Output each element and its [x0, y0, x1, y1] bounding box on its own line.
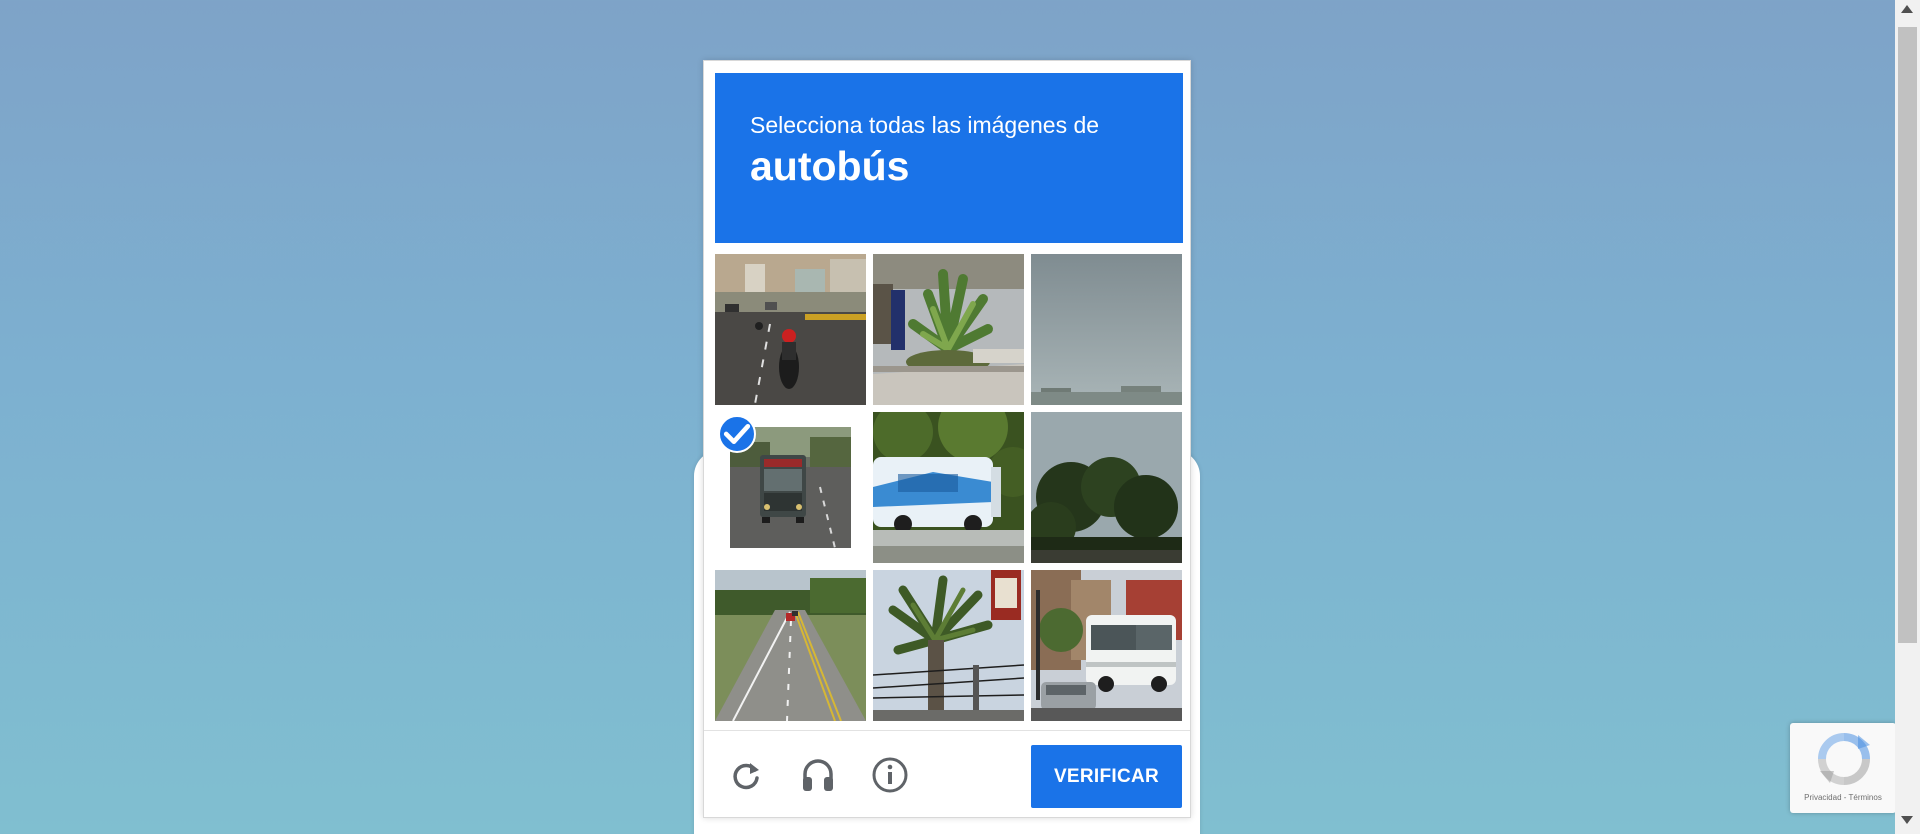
image-tile[interactable]	[1031, 254, 1182, 405]
info-icon[interactable]	[870, 755, 910, 795]
image-tile-selected[interactable]	[715, 412, 866, 563]
tile-image-trees	[1031, 412, 1182, 563]
privacy-terms-links[interactable]: Privacidad - Términos	[1790, 793, 1896, 802]
recaptcha-badge[interactable]: Privacidad - Términos	[1790, 723, 1896, 813]
tile-image-palm-planter	[873, 254, 1024, 405]
image-tile[interactable]	[873, 570, 1024, 721]
image-tile[interactable]	[873, 412, 1024, 563]
tile-image-road	[715, 570, 866, 721]
headphones-icon[interactable]	[798, 755, 838, 795]
tile-image-highway	[715, 254, 866, 405]
image-tile[interactable]	[1031, 412, 1182, 563]
recaptcha-logo-icon	[1818, 733, 1870, 785]
image-tile[interactable]	[873, 254, 1024, 405]
image-tile[interactable]	[715, 254, 866, 405]
challenge-header: Selecciona todas las imágenes de autobús	[715, 73, 1183, 243]
reload-icon[interactable]	[726, 755, 766, 795]
captcha-challenge: Selecciona todas las imágenes de autobús	[703, 60, 1191, 818]
image-tile[interactable]	[1031, 570, 1182, 721]
tile-image-white-bus	[873, 412, 1024, 563]
tile-image-palm-power-lines	[873, 570, 1024, 721]
verify-button[interactable]: VERIFICAR	[1031, 745, 1182, 808]
checkmark-icon	[718, 415, 756, 453]
image-tile[interactable]	[715, 570, 866, 721]
instruction-text: Selecciona todas las imágenes de	[750, 112, 1100, 138]
scrollbar-thumb[interactable]	[1898, 27, 1917, 643]
tile-image-sky	[1031, 254, 1182, 405]
challenge-footer: VERIFICAR	[704, 730, 1190, 817]
target-object-text: autobús	[750, 143, 910, 189]
vertical-scrollbar[interactable]	[1895, 0, 1920, 834]
image-grid	[715, 254, 1183, 721]
tile-image-bus-street	[1031, 570, 1182, 721]
scroll-up-arrow-icon[interactable]	[1901, 5, 1913, 13]
scroll-down-arrow-icon[interactable]	[1901, 816, 1913, 824]
